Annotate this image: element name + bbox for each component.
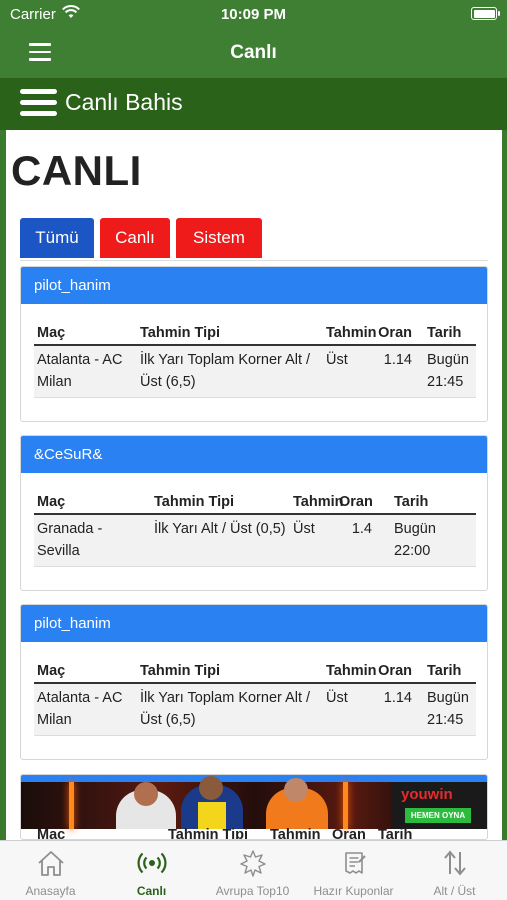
col-date: Tarih [427, 325, 462, 341]
table-header: Maç Tahmin Tipi Tahmin Oran Tarih [34, 491, 476, 515]
tabbar-item-ready-coupons[interactable]: Hazır Kuponlar [303, 841, 404, 900]
tabbar-label: Avrupa Top10 [215, 884, 290, 898]
up-down-arrows-icon [444, 850, 466, 876]
prediction-card[interactable]: pilot_hanim Maç Tahmin Tipi Tahmin Oran … [20, 604, 488, 760]
bottom-tab-bar: Anasayfa Canlı Avrupa Top10 Hazır Kuponl… [0, 840, 507, 900]
card-username: &CeSuR& [21, 436, 487, 473]
filter-tabs: Tümü Canlı Sistem [20, 218, 488, 261]
table-row: Atalanta - AC Milan İlk Yarı Toplam Korn… [34, 684, 476, 736]
table-header: Maç Tahmin Tipi Tahmin Oran Tarih [34, 322, 476, 346]
cell-match: Granada - Sevilla [37, 521, 103, 559]
col-odds: Oran [378, 663, 412, 679]
cell-prediction: Üst [326, 690, 348, 706]
nav-bar: Canlı [0, 28, 507, 78]
cell-date: Bugün 22:00 [394, 521, 436, 559]
ad-logo: youwin HEMEN OYNA [391, 782, 487, 829]
flame-decoration [343, 782, 348, 829]
ad-cta-button[interactable]: HEMEN OYNA [405, 808, 471, 823]
flame-decoration [69, 782, 74, 829]
col-date: Tarih [427, 663, 462, 679]
col-match: Maç [37, 325, 66, 341]
cell-type: İlk Yarı Alt / Üst (0,5) [154, 521, 286, 537]
tabbar-label: Alt / Üst [433, 884, 476, 898]
player-figure [198, 802, 226, 829]
col-type: Tahmin Tipi [168, 827, 249, 840]
tabbar-item-live[interactable]: Canlı [101, 841, 202, 900]
prediction-table: Maç Tahmin Tipi Tahmin Oran Tarih Atalan… [34, 322, 476, 398]
col-odds: Oran [332, 827, 366, 840]
col-match: Maç [37, 663, 66, 679]
coupon-icon [345, 852, 366, 874]
section-bar: Canlı Bahis [0, 78, 507, 130]
col-prediction: Tahmin [326, 663, 377, 679]
tabbar-label: Anasayfa [25, 884, 76, 898]
cell-prediction: Üst [326, 352, 348, 368]
tabbar-item-europe-top10[interactable]: Avrupa Top10 [202, 841, 303, 900]
col-match: Maç [37, 827, 66, 840]
cell-type: İlk Yarı Toplam Korner Alt / Üst (6,5) [140, 690, 311, 728]
table-header-partial: Maç Tahmin Tipi Tahmin Oran Tarih [34, 827, 476, 839]
cell-match: Atalanta - AC Milan [37, 352, 123, 390]
youwin-ad-banner[interactable]: youwin HEMEN OYNA [21, 776, 487, 829]
tab-all[interactable]: Tümü [20, 218, 94, 258]
prediction-card[interactable]: pilot_hanim Maç Tahmin Tipi Tahmin Oran … [20, 266, 488, 422]
col-type: Tahmin Tipi [154, 494, 235, 510]
col-type: Tahmin Tipi [140, 663, 221, 679]
nav-title: Canlı [230, 42, 277, 63]
prediction-table: Maç Tahmin Tipi Tahmin Oran Tarih Granad… [34, 491, 476, 567]
table-row: Atalanta - AC Milan İlk Yarı Toplam Korn… [34, 346, 476, 398]
cell-prediction: Üst [293, 521, 315, 537]
col-prediction: Tahmin [326, 325, 377, 341]
card-username: pilot_hanim [21, 605, 487, 642]
tabbar-item-home[interactable]: Anasayfa [0, 841, 101, 900]
col-odds: Oran [378, 325, 412, 341]
clock: 10:09 PM [220, 6, 287, 23]
partial-card-with-ad: youwin HEMEN OYNA Maç Tahmin Tipi Tahmin… [20, 774, 488, 840]
section-menu-icon[interactable] [20, 89, 57, 119]
live-broadcast-icon [137, 852, 167, 874]
tab-live[interactable]: Canlı [100, 218, 170, 258]
cell-odds: 1.14 [383, 352, 412, 368]
player-figure [199, 776, 223, 800]
col-match: Maç [37, 494, 66, 510]
tabbar-label: Canlı [136, 884, 167, 898]
tabbar-item-over-under[interactable]: Alt / Üst [404, 841, 505, 900]
col-date: Tarih [394, 494, 429, 510]
table-header: Maç Tahmin Tipi Tahmin Oran Tarih [34, 660, 476, 684]
home-icon [38, 851, 64, 876]
ad-brand: youwin [401, 786, 453, 803]
col-prediction: Tahmin [293, 494, 344, 510]
card-header-strip [21, 775, 487, 782]
main-content: CANLI Tümü Canlı Sistem pilot_hanim Maç … [6, 130, 502, 840]
player-figure [284, 778, 308, 802]
player-figure [134, 782, 158, 806]
cell-match: Atalanta - AC Milan [37, 690, 123, 728]
tabbar-label: Hazır Kuponlar [313, 884, 394, 898]
prediction-card[interactable]: &CeSuR& Maç Tahmin Tipi Tahmin Oran Tari… [20, 435, 488, 591]
prediction-table: Maç Tahmin Tipi Tahmin Oran Tarih Atalan… [34, 660, 476, 736]
cell-date: Bugün 21:45 [427, 690, 469, 728]
cell-odds: 1.4 [351, 521, 372, 537]
cell-date: Bugün 21:45 [427, 352, 469, 390]
col-type: Tahmin Tipi [140, 325, 221, 341]
table-row: Granada - Sevilla İlk Yarı Alt / Üst (0,… [34, 515, 476, 567]
card-username: pilot_hanim [21, 267, 487, 304]
col-odds: Oran [339, 494, 373, 510]
battery-icon [471, 7, 500, 20]
tab-system[interactable]: Sistem [176, 218, 262, 258]
star-burst-icon [240, 850, 266, 877]
col-date: Tarih [378, 827, 413, 840]
section-title: Canlı Bahis [65, 89, 183, 115]
status-bar: Carrier 10:09 PM [0, 0, 507, 28]
page-title: CANLI [11, 147, 142, 194]
cell-type: İlk Yarı Toplam Korner Alt / Üst (6,5) [140, 352, 311, 390]
col-prediction: Tahmin [270, 827, 321, 840]
cell-odds: 1.14 [383, 690, 412, 706]
